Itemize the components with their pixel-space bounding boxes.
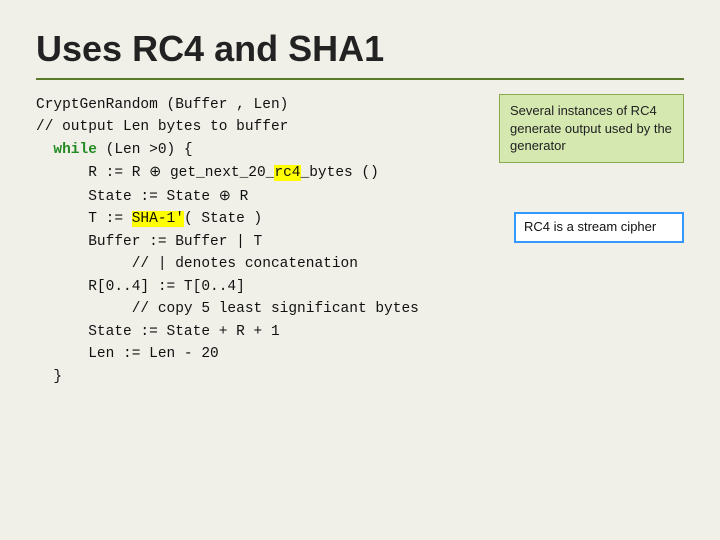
keyword-while: while <box>53 142 97 158</box>
slide: Uses RC4 and SHA1 Several instances of R… <box>0 0 720 540</box>
code-text: := State <box>132 189 219 205</box>
code-line-10: // copy 5 least significant bytes <box>36 298 684 320</box>
code-text: // | denotes concatenation <box>36 256 358 272</box>
code-line-13: } <box>36 366 684 388</box>
sidebar-note: Several instances of RC4 generate output… <box>499 94 684 163</box>
code-text: R <box>231 189 248 205</box>
code-line-4: R := R ⊕ get_next_20_rc4_bytes () <box>36 161 684 184</box>
code-text: CryptGenRandom (Buffer , Len) <box>36 97 288 113</box>
code-line-9: R[0..4] := T[0..4] <box>36 276 684 298</box>
code-text: State := State + R + 1 <box>36 324 280 340</box>
code-text: Len := Len - 20 <box>36 346 219 362</box>
code-text: // copy 5 least significant bytes <box>36 301 419 317</box>
code-text: ( State ) <box>184 211 262 227</box>
code-text: get_next_20_ <box>161 165 274 181</box>
state-label: State <box>88 189 132 205</box>
sha1-highlight: SHA-1' <box>132 211 184 227</box>
rc4-stream-note-text: RC4 is a stream cipher <box>524 219 656 234</box>
title-divider <box>36 78 684 80</box>
code-line-11: State := State + R + 1 <box>36 321 684 343</box>
code-text: (Len >0) { <box>97 142 193 158</box>
code-text: Buffer := Buffer | T <box>36 234 262 250</box>
rc4-highlight: rc4 <box>274 165 300 181</box>
code-text: _bytes () <box>301 165 379 181</box>
code-text: T := <box>36 211 132 227</box>
code-text: } <box>36 369 62 385</box>
code-text: R[0..4] := T[0..4] <box>36 279 245 295</box>
oplus-1: ⊕ <box>149 164 161 180</box>
sidebar-note-text: Several instances of RC4 generate output… <box>510 103 672 153</box>
content-area: Several instances of RC4 generate output… <box>36 94 684 388</box>
code-text: // output Len bytes to buffer <box>36 119 288 135</box>
slide-title: Uses RC4 and SHA1 <box>36 28 684 70</box>
oplus-2: ⊕ <box>219 188 231 204</box>
rc4-stream-note: RC4 is a stream cipher <box>514 212 684 243</box>
code-text <box>36 189 88 205</box>
code-text: R := R <box>36 165 149 181</box>
code-line-8: // | denotes concatenation <box>36 253 684 275</box>
code-line-5: State := State ⊕ R <box>36 185 684 208</box>
code-line-12: Len := Len - 20 <box>36 343 684 365</box>
